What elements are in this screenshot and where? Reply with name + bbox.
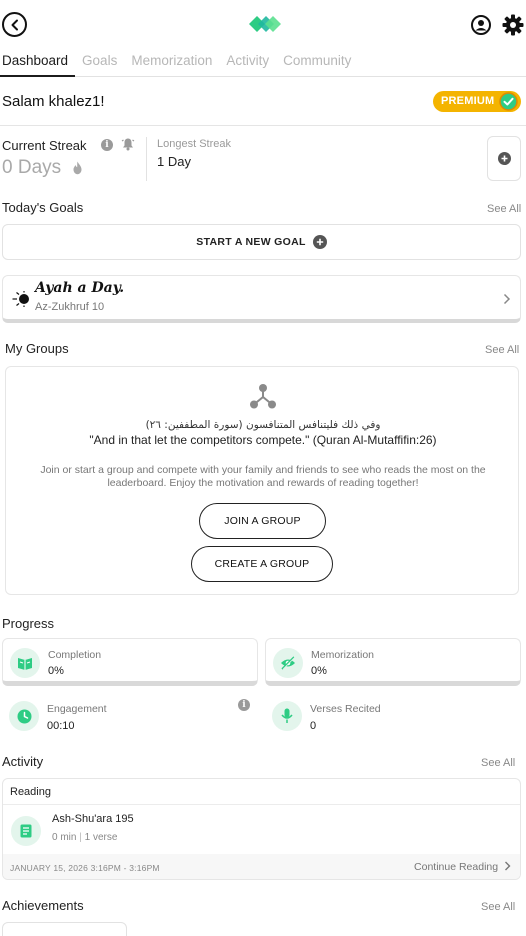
plus-icon [497,152,511,165]
add-streak-button[interactable] [487,136,521,181]
ayah-a-day-card[interactable]: Ayah a Day. Az-Zukhruf 10 [2,275,521,323]
completion-label: Completion [48,649,102,661]
book-icon [20,824,32,838]
ayah-reference: Az-Zukhruf 10 [35,301,105,313]
join-group-button[interactable]: JOIN A GROUP [199,503,326,539]
back-arrow-icon [11,19,18,30]
todays-goals-title: Today's Goals [2,200,84,215]
achievements-title: Achievements [2,898,84,913]
engagement-item: Engagement 00:10 [2,692,258,732]
share-nodes-icon [250,384,276,409]
chevron-right-icon [503,293,511,305]
logo-icon [249,16,281,32]
top-bar [0,0,526,48]
memorization-card[interactable]: Memorization 0% [265,638,521,686]
groups-description: Join or start a group and compete with y… [40,464,486,489]
activity-see-all-link[interactable]: See All [481,757,515,769]
info-icon[interactable]: i [238,699,250,711]
bell-icon[interactable] [121,137,135,151]
divider [0,125,526,126]
activity-title: Activity [2,754,44,769]
premium-badge[interactable]: PREMIUM [433,91,521,112]
plus-icon [312,235,327,249]
groups-see-all-link[interactable]: See All [485,344,519,356]
greeting-text: Salam khalez1! [2,93,105,110]
activity-item-title: Ash-Shu'ara 195 [52,813,134,825]
memorization-icon-circle [273,648,303,678]
tab-memorization[interactable]: Memorization [124,48,219,77]
arabic-verse: وفي ذلك فليتنافس المتنافسون (سورة المطفف… [145,419,381,431]
verse-translation: "And in that let the competitors compete… [89,433,437,447]
tab-community[interactable]: Community [276,48,358,77]
ayah-title: Ayah a Day. [35,280,125,296]
activity-footer: JANUARY 15, 2026 3:16PM - 3:16PM Continu… [3,854,520,879]
activity-icon-circle [11,816,41,846]
gear-icon[interactable] [502,14,524,36]
activity-date-range: JANUARY 15, 2026 3:16PM - 3:16PM [10,863,160,873]
current-streak-value: 0 Days [2,157,62,178]
book-icon [18,658,32,670]
tab-activity[interactable]: Activity [219,48,276,77]
back-button[interactable] [2,12,27,37]
my-groups-card: وفي ذلك فليتنافس المتنافسون (سورة المطفف… [5,366,519,595]
tab-bar: Dashboard Goals Memorization Activity Co… [0,48,526,77]
continue-reading-link[interactable]: Continue Reading [414,861,511,873]
activity-verses: 1 verse [84,832,118,843]
tab-goals[interactable]: Goals [75,48,124,77]
activity-card[interactable]: Reading Ash-Shu'ara 195 0 min | 1 verse … [2,778,521,880]
activity-item-meta: 0 min | 1 verse [52,832,118,843]
sun-icon [12,291,29,307]
microphone-icon [281,708,293,723]
achievement-card[interactable] [2,922,127,936]
verses-icon-circle [272,701,302,731]
memorization-label: Memorization [311,649,375,661]
start-new-goal-button[interactable]: START A NEW GOAL [2,224,521,260]
verses-recited-label: Verses Recited [310,703,381,715]
activity-category: Reading [3,779,520,805]
longest-streak-label: Longest Streak [157,138,231,150]
engagement-value: 00:10 [47,720,75,732]
my-groups-title: My Groups [5,341,69,356]
current-streak-label: Current Streak [2,138,87,153]
profile-icon[interactable] [471,15,491,35]
longest-streak-value: 1 Day [157,154,191,169]
create-group-button[interactable]: CREATE A GROUP [191,546,333,582]
engagement-icon-circle [9,701,39,731]
start-new-goal-label: START A NEW GOAL [196,236,306,248]
achievements-see-all-link[interactable]: See All [481,901,515,913]
memorization-value: 0% [311,665,327,677]
completion-icon-circle [10,648,40,678]
goals-see-all-link[interactable]: See All [487,203,521,215]
continue-reading-label: Continue Reading [414,861,499,873]
completion-card[interactable]: Completion 0% [2,638,258,686]
info-icon[interactable]: i [101,139,113,151]
tab-dashboard[interactable]: Dashboard [0,48,76,77]
streak-divider [146,137,147,181]
verses-recited-item: Verses Recited 0 [265,692,521,732]
activity-duration: 0 min [52,832,77,843]
progress-title: Progress [2,616,55,631]
flame-icon [73,161,82,175]
completion-value: 0% [48,665,64,677]
verses-recited-value: 0 [310,720,317,732]
engagement-label: Engagement [47,703,107,715]
premium-label: PREMIUM [441,95,495,107]
eye-off-icon [281,656,296,670]
chevron-right-icon [505,861,511,871]
clock-icon [17,709,31,723]
check-badge-icon [499,92,518,111]
